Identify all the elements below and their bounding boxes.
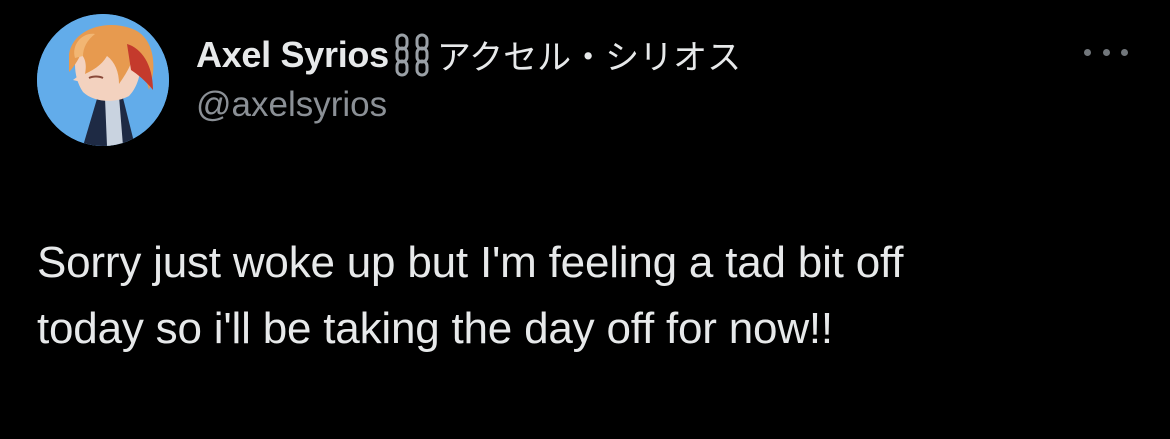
tweet-text-line: today so i'll be taking the day off for … <box>37 304 833 353</box>
tweet[interactable]: Axel Syrios アクセル・シリオス @axelsyrios Sorry … <box>0 0 1170 439</box>
display-name-japanese: アクセル・シリオス <box>436 38 742 78</box>
tweet-text-line: Sorry just woke up but I'm feeling a tad… <box>37 238 904 287</box>
avatar-image <box>37 14 169 146</box>
tweet-text: Sorry just woke up but I'm feeling a tad… <box>37 230 1147 362</box>
more-options-icon[interactable] <box>1084 40 1128 64</box>
chain-links-icon <box>393 32 433 78</box>
user-handle[interactable]: @axelsyrios <box>196 85 741 125</box>
more-dot <box>1102 48 1110 56</box>
display-name[interactable]: Axel Syrios <box>196 34 389 76</box>
avatar[interactable] <box>37 14 169 146</box>
more-dot <box>1084 48 1091 56</box>
more-dot <box>1121 48 1128 56</box>
